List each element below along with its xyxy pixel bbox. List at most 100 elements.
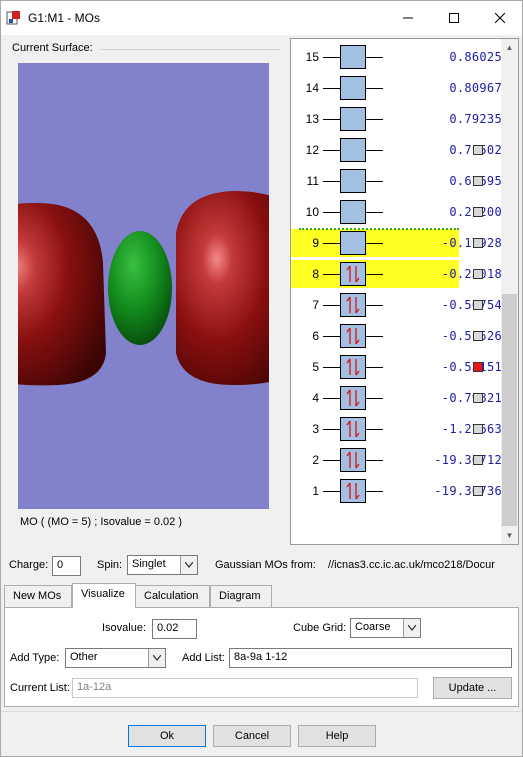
scroll-down-arrow-icon[interactable]: ▼ [501, 527, 518, 544]
mo-energy: -0.53151 [441, 360, 502, 374]
spin-label: Spin: [97, 559, 123, 571]
occupied-orbital-box[interactable] [340, 324, 366, 348]
mo-level-line [323, 119, 340, 120]
scroll-thumb[interactable] [502, 294, 517, 526]
mo-row[interactable]: 13 0.79235 [291, 105, 502, 133]
mo-row[interactable]: 14 0.80967 [291, 74, 502, 102]
mo-diagram-panel[interactable]: 15 0.86025 140.80967 130.79235 120.71502 110.… [290, 38, 519, 545]
minimize-button[interactable] [385, 1, 431, 35]
occupied-orbital-box[interactable] [340, 386, 366, 410]
mo-select-checkbox[interactable] [473, 486, 483, 496]
chevron-down-icon [148, 649, 165, 667]
mo-select-checkbox[interactable] [473, 362, 483, 372]
tab-visualize[interactable]: Visualize [72, 583, 136, 608]
mo-level-line [366, 336, 383, 337]
mo-select-checkbox[interactable] [473, 176, 483, 186]
mo-select-checkbox[interactable] [473, 300, 483, 310]
empty-orbital-box[interactable] [340, 200, 366, 224]
occupied-orbital-box[interactable] [340, 355, 366, 379]
mo-row[interactable]: 1 -19.30736 [291, 477, 502, 505]
close-button[interactable] [477, 1, 523, 35]
mo-level-line [366, 460, 383, 461]
update-button[interactable]: Update ... [433, 677, 512, 699]
source-label: Gaussian MOs from: [215, 559, 316, 571]
mo-level-line [366, 491, 383, 492]
mo-row[interactable]: 5 -0.53151 [291, 353, 502, 381]
mo-level-line [323, 398, 340, 399]
mo-level-line [323, 367, 340, 368]
tab-diagram[interactable]: Diagram [210, 585, 272, 607]
mo-level-line [323, 305, 340, 306]
charge-input[interactable]: 0 [52, 556, 81, 576]
occupied-orbital-box[interactable] [340, 448, 366, 472]
occupied-orbital-box[interactable] [340, 262, 366, 286]
help-button[interactable]: Help [298, 725, 376, 747]
mo-select-checkbox[interactable] [473, 393, 483, 403]
add-type-select[interactable]: Other [65, 648, 166, 668]
mo-energy: -0.79821 [441, 391, 502, 405]
maximize-icon [449, 13, 459, 23]
tab-new-mos[interactable]: New MOs [4, 585, 72, 607]
empty-orbital-box[interactable] [340, 169, 366, 193]
mo-select-checkbox[interactable] [473, 424, 483, 434]
mo-level-line [323, 57, 340, 58]
mo-number: 14 [305, 81, 319, 95]
mo-select-checkbox[interactable] [473, 331, 483, 341]
occupied-orbital-box[interactable] [340, 479, 366, 503]
electron-pair-icon [346, 327, 360, 345]
occupied-orbital-box[interactable] [340, 417, 366, 441]
mo-number: 10 [305, 205, 319, 219]
empty-orbital-box[interactable] [340, 138, 366, 162]
mo-select-checkbox[interactable] [473, 269, 483, 279]
empty-orbital-box[interactable] [340, 231, 366, 255]
mo-row[interactable]: 10 0.21200 [291, 198, 502, 226]
mo-level-line [323, 429, 340, 430]
scroll-up-arrow-icon[interactable]: ▲ [501, 39, 518, 56]
maximize-button[interactable] [431, 1, 477, 35]
mo-row[interactable]: 7 -0.50754 [291, 291, 502, 319]
current-surface-label: Current Surface: [12, 42, 96, 54]
mo-select-checkbox[interactable] [473, 238, 483, 248]
add-type-label: Add Type: [10, 652, 60, 664]
mo-row[interactable]: 15 0.86025 [291, 43, 502, 71]
mo-energy: 0.86025 [449, 50, 502, 64]
cancel-button[interactable]: Cancel [213, 725, 291, 747]
mo-row[interactable]: 8 -0.25018 [291, 260, 502, 288]
mo-level-line [366, 57, 383, 58]
group-divider [100, 49, 280, 50]
mo-scrollbar[interactable]: ▲ ▼ [501, 39, 518, 544]
mo-select-checkbox[interactable] [473, 145, 483, 155]
occupied-orbital-box[interactable] [340, 293, 366, 317]
ok-button[interactable]: Ok [128, 725, 206, 747]
mo-energy: -19.30712 [434, 453, 502, 467]
mo-row[interactable]: 12 0.71502 [291, 136, 502, 164]
cube-grid-select[interactable]: Coarse [350, 618, 421, 638]
mo-number: 15 [305, 50, 319, 64]
empty-orbital-box[interactable] [340, 107, 366, 131]
mo-row[interactable]: 3 -1.27663 [291, 415, 502, 443]
gaussview-app-icon [6, 11, 20, 25]
spin-select[interactable]: Singlet [127, 555, 198, 575]
mo-row[interactable]: 9 -0.17928 [291, 229, 502, 257]
mo-level-line [366, 305, 383, 306]
mo-select-checkbox[interactable] [473, 455, 483, 465]
mo-row[interactable]: 11 0.67695 [291, 167, 502, 195]
mo-row[interactable]: 4 -0.79821 [291, 384, 502, 412]
mo-number: 7 [312, 298, 319, 312]
tab-calculation[interactable]: Calculation [135, 585, 210, 607]
isovalue-input[interactable]: 0.02 [152, 619, 197, 639]
mo-level-line [323, 336, 340, 337]
mo-select-checkbox[interactable] [473, 207, 483, 217]
mo-energy: -0.25018 [441, 267, 502, 281]
mo-level-line [323, 150, 340, 151]
surface-viewport[interactable] [18, 63, 269, 509]
mo-row[interactable]: 2 -19.30712 [291, 446, 502, 474]
charge-label: Charge: [9, 559, 49, 571]
add-list-input[interactable]: 8a-9a 1-12 [229, 648, 512, 668]
mo-row[interactable]: 6 -0.51526 [291, 322, 502, 350]
mo-level-line [323, 274, 340, 275]
right-lobe-shape [176, 191, 269, 385]
empty-orbital-box[interactable] [340, 45, 366, 69]
empty-orbital-box[interactable] [340, 76, 366, 100]
mo-energy: 0.67695 [382, 174, 502, 188]
